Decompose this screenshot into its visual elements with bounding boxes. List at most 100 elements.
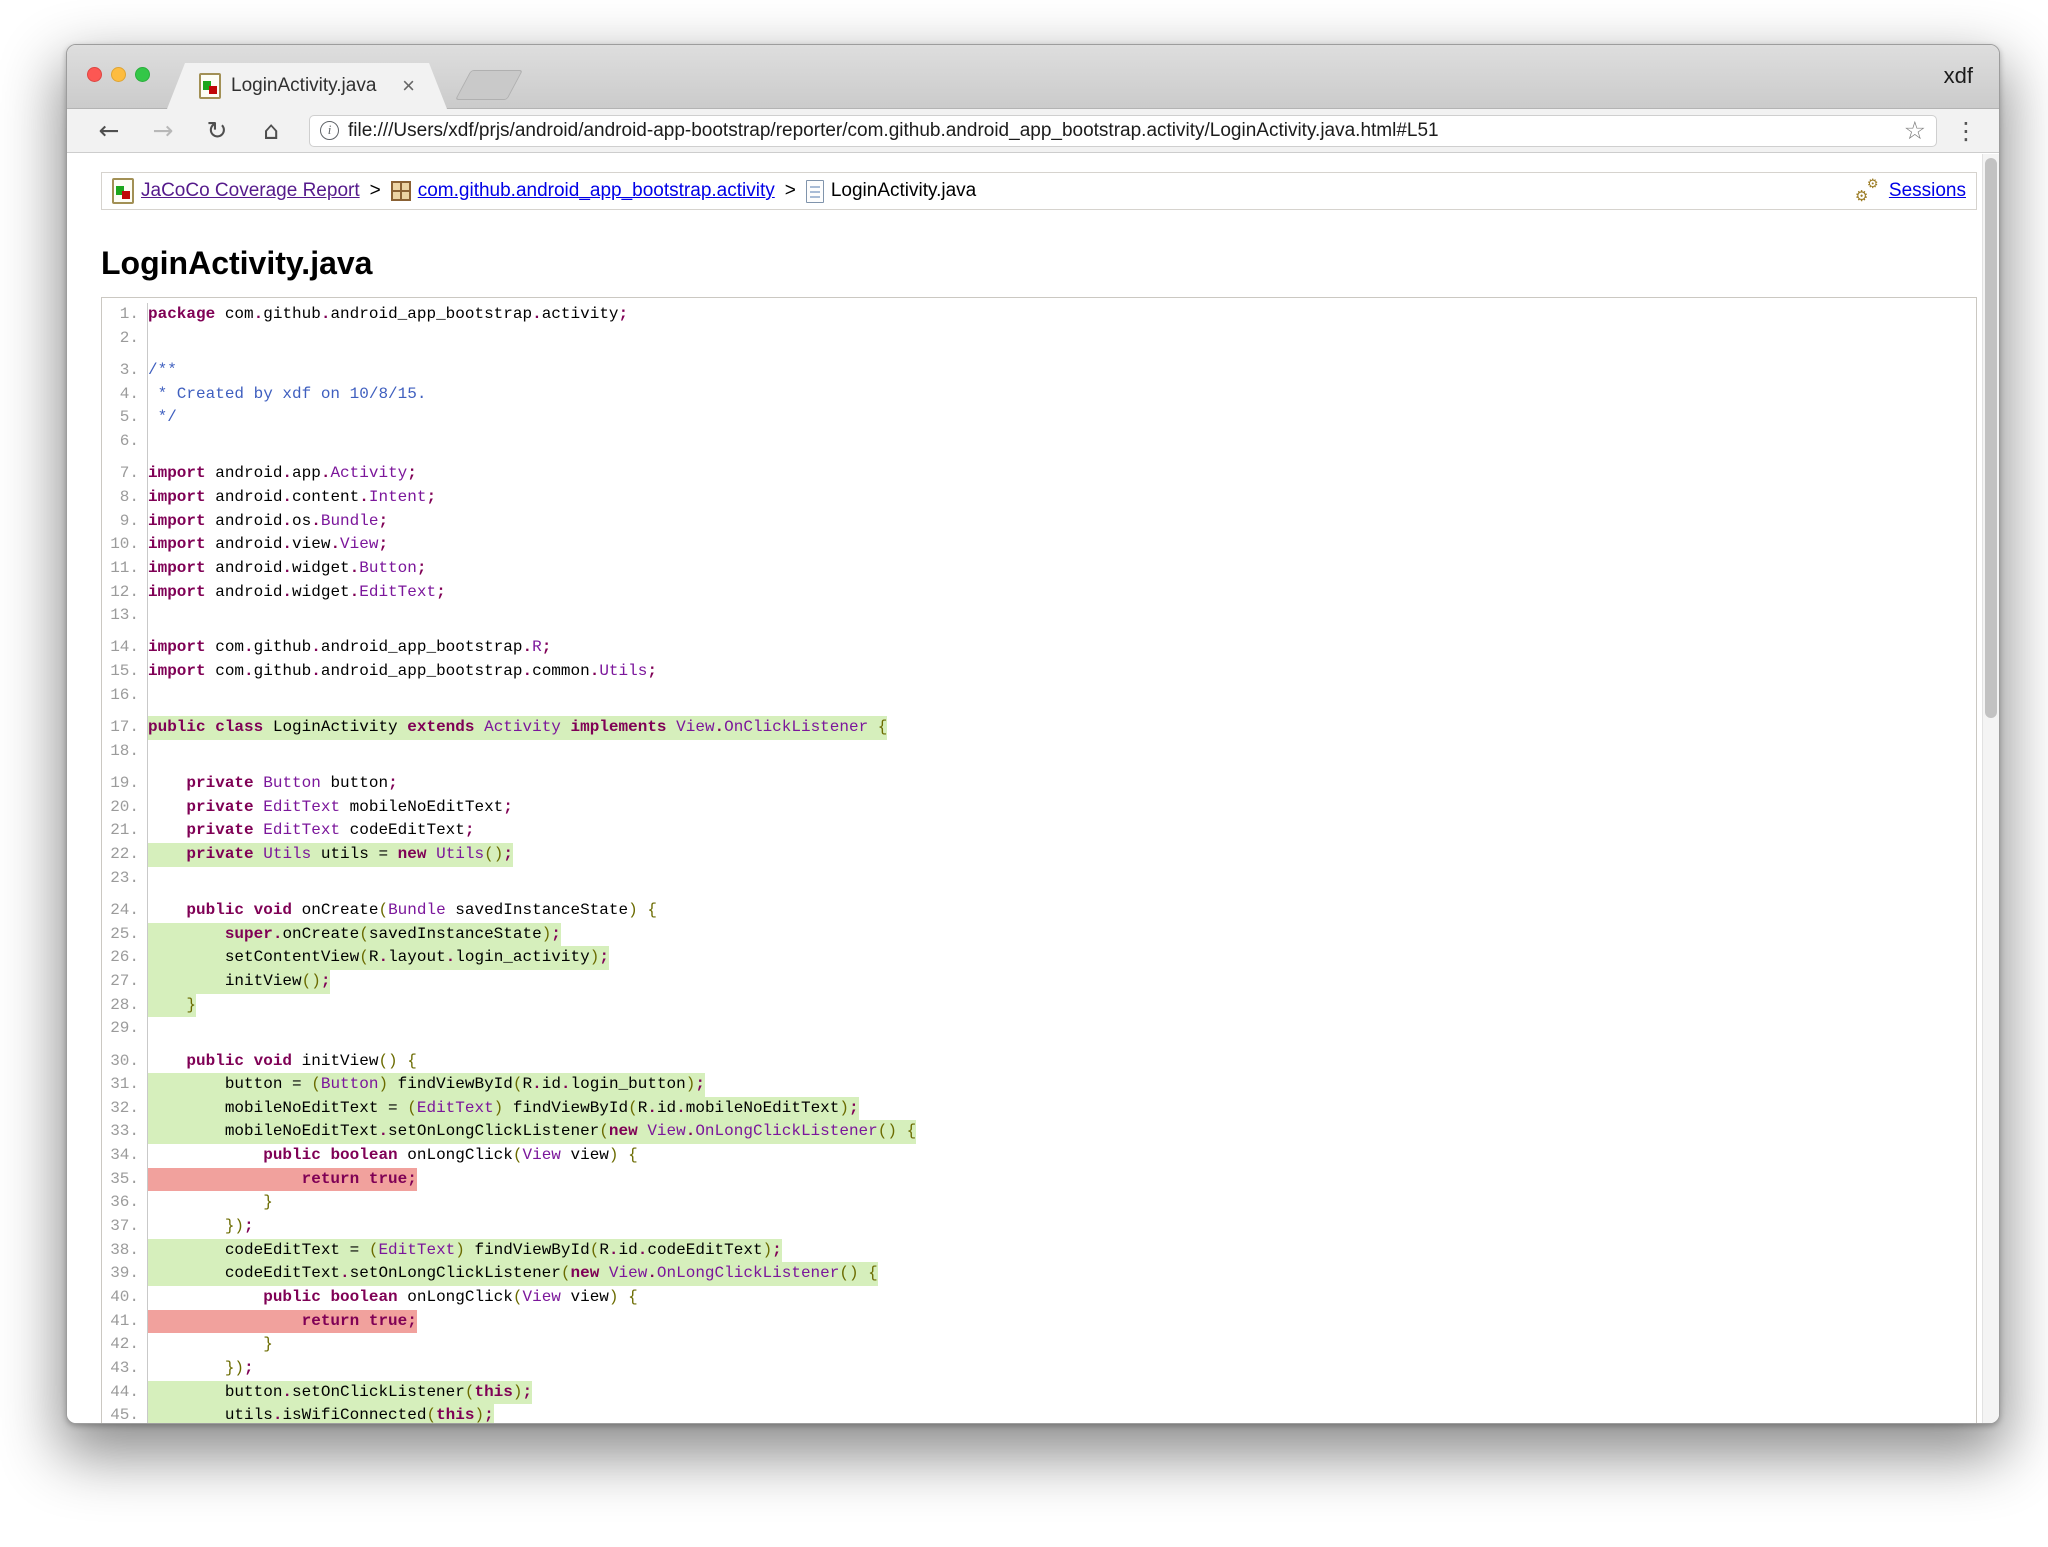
tab-close-icon[interactable]: × [402,75,415,97]
code-line: 27. initView(); [102,970,1976,994]
minimize-window-button[interactable] [111,67,126,82]
code-line: 19. private Button button; [102,772,1976,796]
code-line: 5. */ [102,406,1976,430]
code-line: 20. private EditText mobileNoEditText; [102,796,1976,820]
close-window-button[interactable] [87,67,102,82]
line-number: 23. [102,867,148,899]
covered-code: utils.isWifiConnected(this); [148,1404,494,1423]
code-line: 8.import android.content.Intent; [102,486,1976,510]
code-text: */ [148,406,177,430]
browser-menu-icon[interactable]: ⋮ [1953,119,1979,143]
code-text: }); [148,1357,254,1381]
sessions-gears-icon: ⚙ ⚙ [1855,178,1885,204]
missed-code: return true; [148,1168,417,1192]
covered-code: button.setOnClickListener(this); [148,1381,532,1405]
line-number: 18. [102,740,148,772]
code-line: 31. button = (Button) findViewById(R.id.… [102,1073,1976,1097]
zoom-window-button[interactable] [135,67,150,82]
forward-icon[interactable]: → [139,118,187,143]
code-line: 17.public class LoginActivity extends Ac… [102,716,1976,740]
covered-code: initView(); [148,970,330,994]
code-line: 30. public void initView() { [102,1050,1976,1074]
code-line: 9.import android.os.Bundle; [102,510,1976,534]
code-line: 24. public void onCreate(Bundle savedIns… [102,899,1976,923]
code-line: 34. public boolean onLongClick(View view… [102,1144,1976,1168]
breadcrumb-separator: > [783,180,798,202]
line-number: 19. [102,772,148,796]
code-line: 29. [102,1017,1976,1049]
sessions-area[interactable]: ⚙ ⚙ Sessions [1855,178,1966,204]
code-line: 32. mobileNoEditText = (EditText) findVi… [102,1097,1976,1121]
line-number: 37. [102,1215,148,1239]
code-text: public void initView() { [148,1050,417,1074]
code-text: public boolean onLongClick(View view) { [148,1144,638,1168]
line-number: 34. [102,1144,148,1168]
breadcrumb-item-report[interactable]: JaCoCo Coverage Report [112,178,360,204]
covered-code: private Utils utils = new Utils(); [148,843,513,867]
profile-name: xdf [1944,63,1973,89]
line-number: 17. [102,716,148,740]
code-line: 7.import android.app.Activity; [102,462,1976,486]
line-number: 2. [102,327,148,359]
line-number: 16. [102,684,148,716]
code-line: 26. setContentView(R.layout.login_activi… [102,946,1976,970]
line-number: 44. [102,1381,148,1405]
line-number: 41. [102,1310,148,1334]
code-text: import android.widget.EditText; [148,581,446,605]
covered-code: button = (Button) findViewById(R.id.logi… [148,1073,705,1097]
line-number: 11. [102,557,148,581]
browser-tab[interactable]: LoginActivity.java × [167,63,447,109]
address-bar[interactable]: i file:///Users/xdf/prjs/android/android… [309,115,1937,147]
line-number: 31. [102,1073,148,1097]
line-number: 5. [102,406,148,430]
breadcrumb-item-package[interactable]: com.github.android_app_bootstrap.activit… [391,180,775,202]
reload-icon[interactable]: ↻ [193,118,241,143]
browser-window: LoginActivity.java × xdf ← → ↻ ⌂ i file:… [66,44,2000,1424]
breadcrumb-package-link[interactable]: com.github.android_app_bootstrap.activit… [418,180,775,202]
jacoco-favicon-icon [199,73,221,99]
covered-code: setContentView(R.layout.login_activity); [148,946,609,970]
line-number: 27. [102,970,148,994]
scrollbar-track[interactable] [1982,154,1999,1423]
scrollbar-thumb[interactable] [1985,158,1997,718]
new-tab-button[interactable] [455,70,523,100]
code-line: 21. private EditText codeEditText; [102,819,1976,843]
code-text: import android.app.Activity; [148,462,417,486]
code-line: 39. codeEditText.setOnLongClickListener(… [102,1262,1976,1286]
missed-code: return true; [148,1310,417,1334]
page-info-icon[interactable]: i [320,121,339,140]
line-number: 24. [102,899,148,923]
code-line: 35. return true; [102,1168,1976,1192]
code-line: 33. mobileNoEditText.setOnLongClickListe… [102,1120,1976,1144]
line-number: 9. [102,510,148,534]
line-number: 39. [102,1262,148,1286]
titlebar: LoginActivity.java × xdf [67,45,1999,109]
source-view: 1.package com.github.android_app_bootstr… [101,297,1977,1423]
code-line: 14.import com.github.android_app_bootstr… [102,636,1976,660]
code-text: import android.content.Intent; [148,486,436,510]
back-icon[interactable]: ← [85,118,133,143]
breadcrumb: JaCoCo Coverage Report > com.github.andr… [101,172,1977,210]
line-number: 36. [102,1191,148,1215]
covered-code: public class LoginActivity extends Activ… [148,716,887,740]
source-file-icon [806,180,824,203]
code-text: } [148,1191,273,1215]
code-line: 43. }); [102,1357,1976,1381]
code-text: import android.os.Bundle; [148,510,388,534]
home-icon[interactable]: ⌂ [247,118,295,143]
code-line: 13. [102,604,1976,636]
line-number: 33. [102,1120,148,1144]
covered-code: codeEditText.setOnLongClickListener(new … [148,1262,878,1286]
code-line: 22. private Utils utils = new Utils(); [102,843,1976,867]
breadcrumb-report-link[interactable]: JaCoCo Coverage Report [141,180,360,202]
line-number: 21. [102,819,148,843]
code-line: 2. [102,327,1976,359]
code-line: 25. super.onCreate(savedInstanceState); [102,923,1976,947]
covered-code: codeEditText = (EditText) findViewById(R… [148,1239,782,1263]
code-line: 40. public boolean onLongClick(View view… [102,1286,1976,1310]
sessions-link[interactable]: Sessions [1889,180,1966,202]
line-number: 22. [102,843,148,867]
tab-title: LoginActivity.java [231,75,402,97]
bookmark-star-icon[interactable]: ☆ [1904,118,1926,143]
code-line: 16. [102,684,1976,716]
